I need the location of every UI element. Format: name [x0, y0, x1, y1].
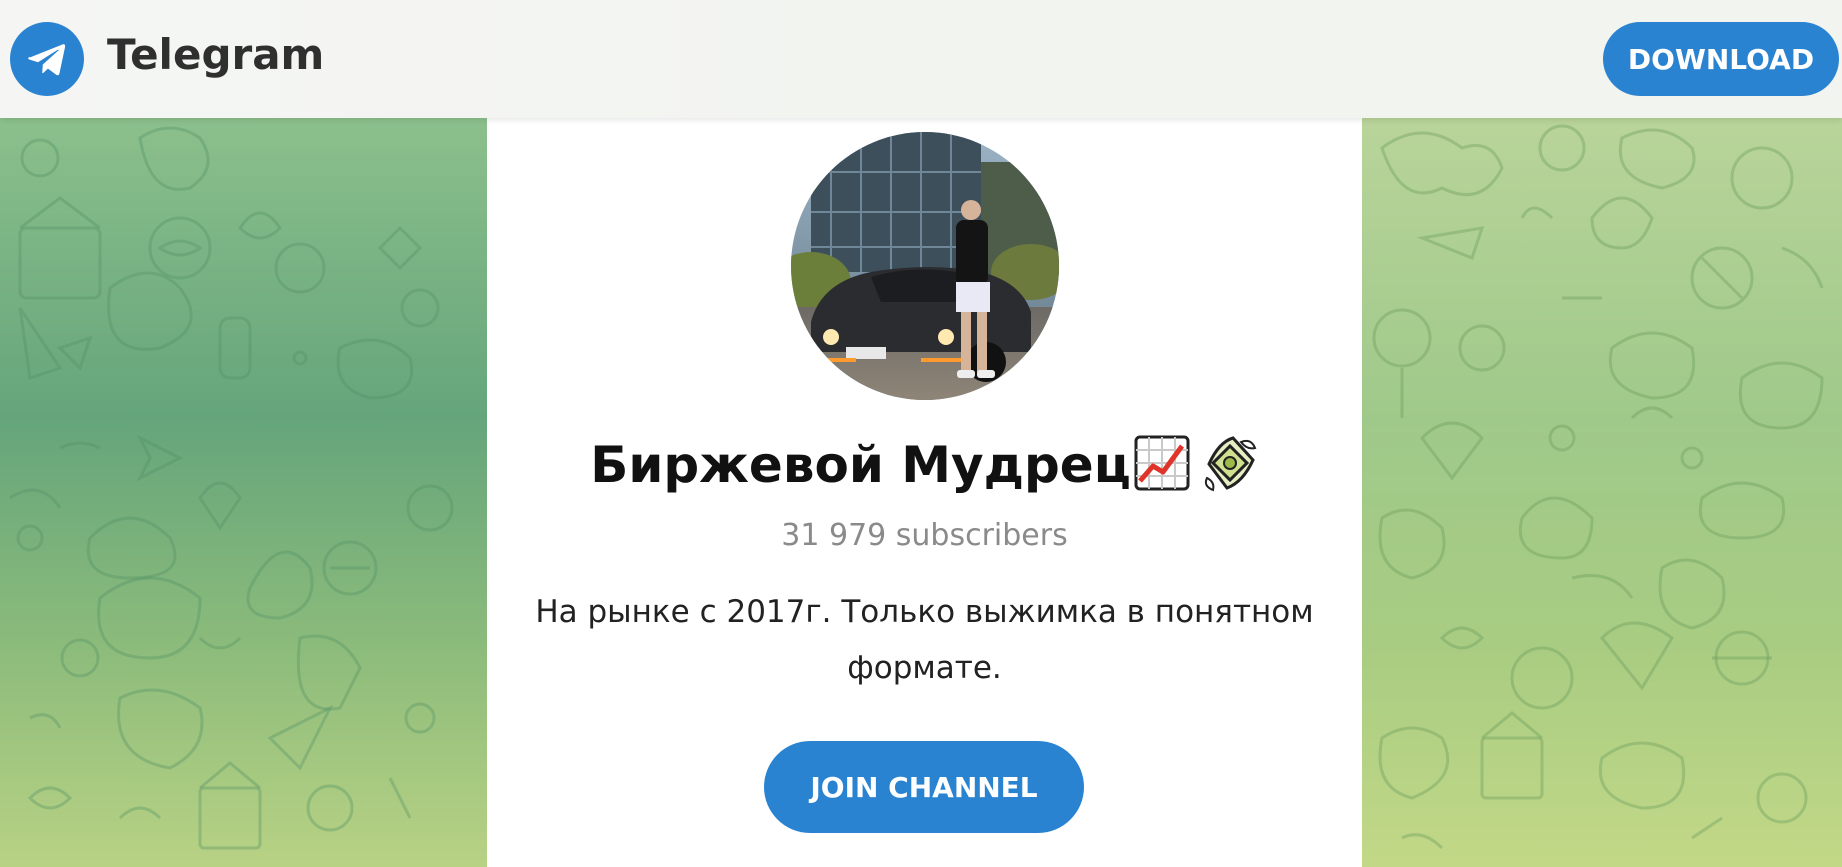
- channel-description: На рынке с 2017г. Только выжимка в понят…: [535, 594, 1314, 686]
- money-with-wings-emoji: [1201, 434, 1259, 492]
- join-channel-button[interactable]: JOIN CHANNEL: [764, 741, 1084, 833]
- background-pattern-right: [1362, 118, 1842, 867]
- channel-avatar: [791, 132, 1059, 400]
- download-button[interactable]: DOWNLOAD: [1603, 22, 1839, 96]
- chart-increasing-emoji: [1133, 434, 1191, 492]
- channel-card: Биржевой Мудрец 31 979 subscribers На ры…: [487, 118, 1362, 867]
- background-pattern-left: [0, 118, 487, 867]
- subscriber-count: 31 979 subscribers: [781, 518, 1068, 553]
- avatar-photo: [791, 132, 1059, 400]
- top-header: Telegram DOWNLOAD: [0, 0, 1842, 118]
- channel-title: Биржевой Мудрец: [487, 434, 1362, 494]
- brand-name[interactable]: Telegram: [107, 30, 324, 79]
- telegram-logo[interactable]: [10, 22, 84, 96]
- channel-name: Биржевой Мудрец: [590, 436, 1131, 494]
- telegram-plane-icon: [28, 44, 66, 76]
